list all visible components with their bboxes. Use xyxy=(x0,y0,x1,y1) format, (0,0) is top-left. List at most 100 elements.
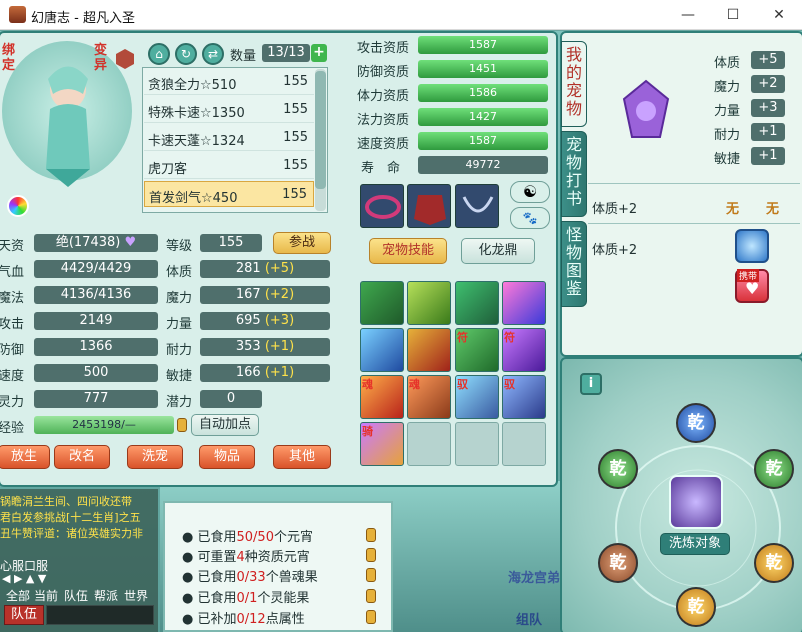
color-wheel-icon[interactable] xyxy=(7,195,29,217)
game-window: 幻唐志 - 超凡入圣 — ☐ ✕ 海龙宫弟 组队 绑定 变异 ⌂ ↻ ⇄ 数量 … xyxy=(0,0,802,632)
heart-rune-icon[interactable]: 携带 ♥ xyxy=(735,269,769,303)
coin-icon[interactable] xyxy=(366,589,376,603)
skill-tag: 符 xyxy=(457,331,468,344)
skill-slot[interactable] xyxy=(360,328,404,372)
skill-slot[interactable] xyxy=(407,328,451,372)
skill-slot-empty[interactable] xyxy=(407,422,451,466)
chat-channel-team[interactable]: 队伍 xyxy=(4,605,44,625)
maximize-button[interactable]: ☐ xyxy=(710,0,756,30)
eat-status-line: ● 已食用0/1个灵能果 xyxy=(182,591,310,606)
pet-list-item-selected[interactable]: 首发剑气☆450 155 xyxy=(144,181,314,207)
stat-label-con: 体质 xyxy=(166,265,193,280)
skill-slot[interactable]: 魂 xyxy=(407,375,451,419)
aptitude-label: 法力资质 xyxy=(357,113,410,128)
pet-list-item[interactable]: 卡速天蓬☆1324 155 xyxy=(144,125,314,151)
gem-left-lower[interactable]: 乾 xyxy=(598,543,638,583)
eat-status-line: ● 已食用0/33个兽魂果 xyxy=(182,570,318,585)
other-button[interactable]: 其他 xyxy=(273,445,331,469)
rename-button[interactable]: 改名 xyxy=(54,445,110,469)
paw-icon[interactable]: 🐾 xyxy=(510,207,550,229)
skill-slot[interactable] xyxy=(360,281,404,325)
minimize-button[interactable]: — xyxy=(665,0,711,30)
game-viewport: 海龙宫弟 组队 绑定 变异 ⌂ ↻ ⇄ 数量 13/13 + 贪狼全力☆510 1… xyxy=(0,31,802,632)
stat-label-hp: 气血 xyxy=(0,265,25,280)
skill-slot-empty[interactable] xyxy=(502,422,546,466)
chat-line: 君白发参挑战[十二生肖]之五 xyxy=(0,511,141,524)
skill-slot[interactable]: 驭 xyxy=(502,375,546,419)
tab-monster-guide[interactable]: 怪物图鉴 xyxy=(561,221,587,307)
auto-point-button[interactable]: 自动加点 xyxy=(191,414,259,436)
gem-bottom[interactable]: 乾 xyxy=(676,587,716,627)
stat-value-defense: 1366 xyxy=(34,338,158,356)
collar-icon xyxy=(365,195,401,219)
equip-slot-collar[interactable] xyxy=(360,184,404,228)
stat-value-spirit: 777 xyxy=(34,390,158,408)
coin-icon[interactable] xyxy=(366,568,376,582)
skill-slot[interactable] xyxy=(407,281,451,325)
gem-right-lower[interactable]: 乾 xyxy=(754,543,794,583)
skill-tag: 驭 xyxy=(457,378,468,391)
skill-slot[interactable]: 魂 xyxy=(360,375,404,419)
tab-my-pet[interactable]: 我的宠物 xyxy=(561,41,587,127)
skill-slot[interactable]: 符 xyxy=(455,328,499,372)
home-icon[interactable]: ⌂ xyxy=(148,43,170,65)
wash-target-avatar[interactable] xyxy=(669,475,723,529)
items-button[interactable]: 物品 xyxy=(199,445,255,469)
stat-label-mp: 魔法 xyxy=(0,291,25,306)
chat-tab-world[interactable]: 世界 xyxy=(124,587,148,604)
tab-dragon-cauldron[interactable]: 化龙鼎 xyxy=(461,238,535,264)
chat-tab-all[interactable]: 全部 xyxy=(6,587,30,604)
pet-list-item[interactable]: 虎刀客 155 xyxy=(144,153,314,179)
necklace-icon xyxy=(462,196,494,213)
refresh-icon[interactable]: ↻ xyxy=(175,43,197,65)
tab-pet-book[interactable]: 宠物打书 xyxy=(561,131,587,217)
aptitude-value: 1587 xyxy=(418,36,548,54)
equip-slot-necklace[interactable] xyxy=(455,184,499,228)
skill-slot-empty[interactable] xyxy=(455,422,499,466)
coin-icon[interactable] xyxy=(366,548,376,562)
tab-pet-skill[interactable]: 宠物技能 xyxy=(369,238,447,264)
wash-pet-button[interactable]: 洗宠 xyxy=(127,445,183,469)
stat-value-agi: 166 (+1) xyxy=(200,364,330,382)
stat-value-con: 281 (+5) xyxy=(200,260,330,278)
armor-icon xyxy=(414,195,446,225)
coin-icon[interactable] xyxy=(366,610,376,624)
pet-list-item[interactable]: 特殊卡速☆1350 155 xyxy=(144,97,314,123)
skill-slot[interactable] xyxy=(502,281,546,325)
eat-status-line: ● 已补加0/12点属性 xyxy=(182,612,305,627)
bind-badge: 绑定 xyxy=(2,43,16,73)
equip-slot-armor[interactable] xyxy=(407,184,451,228)
chat-input[interactable] xyxy=(46,605,154,625)
skill-slot[interactable] xyxy=(455,281,499,325)
skill-slot[interactable]: 骑 xyxy=(360,422,404,466)
battle-button[interactable]: 参战 xyxy=(273,232,331,254)
skill-slot[interactable]: 驭 xyxy=(455,375,499,419)
info-button[interactable]: i xyxy=(580,373,602,395)
swap-icon[interactable]: ⇄ xyxy=(202,43,224,65)
exp-coin-icon[interactable] xyxy=(177,418,187,432)
variant-badge: 变异 xyxy=(94,43,108,73)
stat-value-aptitude: 绝(17438) ♥ xyxy=(34,234,158,252)
aptitude-value: 1586 xyxy=(418,84,548,102)
skill-tag: 骑 xyxy=(362,425,373,438)
yinyang-icon[interactable]: ☯ xyxy=(510,181,550,203)
lifespan-value: 49772 xyxy=(418,156,548,174)
release-button[interactable]: 放生 xyxy=(0,445,50,469)
close-button[interactable]: ✕ xyxy=(756,0,802,30)
chat-tab-current[interactable]: 当前 xyxy=(34,587,58,604)
pet-list-scroll-thumb[interactable] xyxy=(315,71,326,189)
chat-arrow-icons[interactable]: ◀ ▶ ▲ ▼ xyxy=(2,572,46,585)
gem-top[interactable]: 乾 xyxy=(676,403,716,443)
coin-icon[interactable] xyxy=(366,528,376,542)
stat-label-level: 等级 xyxy=(166,239,193,254)
count-label: 数量 xyxy=(230,49,257,64)
pet-list-item[interactable]: 贪狼全力☆510 155 xyxy=(144,69,314,95)
chat-tab-guild[interactable]: 帮派 xyxy=(94,587,118,604)
chat-tab-team[interactable]: 队伍 xyxy=(64,587,88,604)
gem-right-upper[interactable]: 乾 xyxy=(754,449,794,489)
skill-slot[interactable]: 符 xyxy=(502,328,546,372)
add-pet-button[interactable]: + xyxy=(311,44,327,62)
gem-left-upper[interactable]: 乾 xyxy=(598,449,638,489)
boost-value: +1 xyxy=(751,147,785,165)
gear-rune-icon[interactable] xyxy=(735,229,769,263)
